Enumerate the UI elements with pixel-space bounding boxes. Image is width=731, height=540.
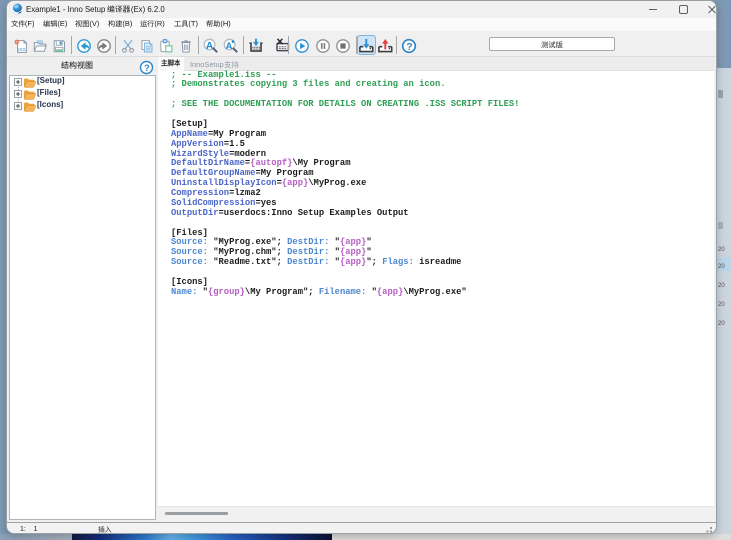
svg-text:?: ?: [144, 63, 150, 73]
svg-text:A: A: [226, 41, 233, 52]
svg-text:ISS: ISS: [18, 47, 25, 52]
svg-text:?: ?: [406, 42, 412, 53]
svg-text:iss: iss: [38, 40, 42, 44]
svg-text:A: A: [206, 40, 214, 52]
